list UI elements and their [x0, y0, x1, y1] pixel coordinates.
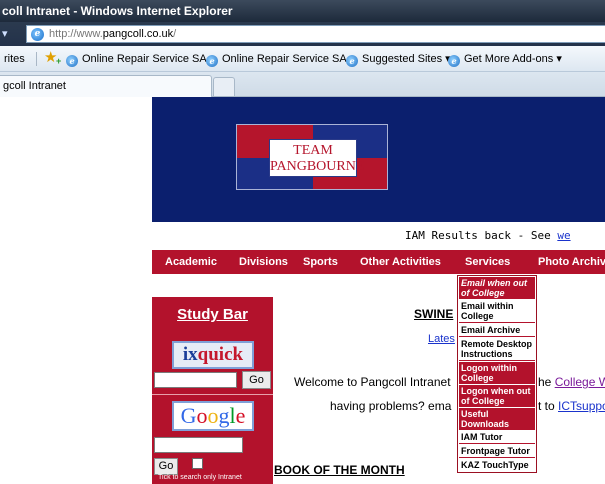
menu-divisions[interactable]: Divisions [239, 250, 288, 274]
favorite-link-1[interactable]: e Online Repair Service SA... [66, 51, 216, 67]
menu-logon-out-of-college[interactable]: Logon when out of College [459, 385, 535, 407]
address-row: ▾ e http://www.pangcoll.co.uk/ [0, 22, 605, 46]
services-dropdown: Email when out of College Email within C… [457, 275, 537, 473]
welcome-text: Welcome to Pangcoll Intranet [294, 375, 451, 389]
menu-frontpage-tutor[interactable]: Frontpage Tutor [459, 445, 535, 458]
intranet-only-checkbox[interactable] [192, 458, 203, 469]
study-bar: Study Bar ixquick Go Google Go Tick to s… [152, 297, 273, 484]
ixquick-logo-quick: quick [197, 344, 244, 365]
ie-page-icon: e [31, 28, 44, 41]
address-prefix: http://www. [49, 28, 103, 40]
web-page: TEAM PANGBOURNE IAM Results back - See w… [0, 97, 605, 484]
window-title: coll Intranet - Windows Internet Explore… [0, 0, 605, 22]
favorites-label[interactable]: rites [4, 51, 25, 67]
menu-other-activities[interactable]: Other Activities [360, 250, 441, 274]
problems-text: having problems? ema [330, 399, 452, 413]
problems-tail-text: t to [538, 399, 559, 413]
menu-kaz-touchtype[interactable]: KAZ TouchType [459, 459, 535, 472]
dropdown-arrow-icon[interactable]: ▾ [2, 25, 24, 43]
menu-email-archive[interactable]: Email Archive [459, 324, 535, 337]
favorite-link-2[interactable]: e Online Repair Service SA... [206, 51, 356, 67]
menu-logon-within-college[interactable]: Logon within College [459, 362, 535, 384]
latest-link[interactable]: Lates [428, 333, 455, 345]
main-menu: Academic Divisions Sports Other Activiti… [152, 250, 605, 274]
tab-pangcoll-intranet[interactable]: gcoll Intranet [0, 75, 212, 97]
new-tab-button[interactable] [213, 77, 235, 96]
menu-useful-downloads[interactable]: Useful Downloads [459, 408, 535, 430]
favorite-label: Online Repair Service SA... [222, 53, 356, 65]
book-of-the-month-heading[interactable]: BOOK OF THE MONTH [274, 463, 405, 477]
team-pangbourne-logo[interactable]: TEAM PANGBOURNE [236, 124, 388, 190]
ixquick-go-button[interactable]: Go [242, 371, 271, 389]
menu-services[interactable]: Services [465, 250, 510, 274]
menu-remote-desktop[interactable]: Remote Desktop Instructions [459, 338, 535, 361]
ie-page-icon: e [448, 55, 460, 67]
google-logo[interactable]: Google [172, 401, 254, 431]
address-host: pangcoll.co.uk [102, 28, 174, 40]
ixquick-logo[interactable]: ixquick [172, 341, 254, 369]
menu-email-out-of-college[interactable]: Email when out of College [459, 277, 535, 299]
announcement-ticker: IAM Results back - See we [405, 229, 571, 242]
announcement-link[interactable]: we [557, 229, 570, 242]
menu-academic[interactable]: Academic [165, 250, 217, 274]
announcement-text: IAM Results back - See [405, 229, 558, 242]
menu-email-within-college[interactable]: Email within College [459, 300, 535, 323]
header-banner: TEAM PANGBOURNE [152, 97, 605, 222]
ie-page-icon: e [206, 55, 218, 67]
favorite-label: Online Repair Service SA... [82, 53, 216, 65]
favorites-bar: rites ★ + e Online Repair Service SA... e… [0, 46, 605, 72]
college-website-link[interactable]: College W [555, 375, 605, 389]
menu-iam-tutor[interactable]: IAM Tutor [459, 431, 535, 444]
google-go-button[interactable]: Go [154, 458, 178, 475]
menu-sports[interactable]: Sports [303, 250, 338, 274]
study-bar-divider [152, 394, 273, 395]
logo-text: TEAM PANGBOURNE [270, 143, 365, 175]
get-addons-link[interactable]: e Get More Add-ons ▾ [448, 51, 562, 67]
favbar-separator [36, 52, 37, 66]
address-bar[interactable]: e http://www.pangcoll.co.uk/ [26, 25, 605, 43]
suggested-sites-link[interactable]: e Suggested Sites ▾ [346, 51, 451, 67]
welcome-tail-text: he [538, 375, 555, 389]
ixquick-logo-ix: ix [182, 344, 198, 365]
study-bar-title: Study Bar [177, 306, 248, 323]
address-suffix: / [173, 28, 177, 40]
welcome-tail: he College W [538, 375, 605, 389]
intranet-only-label: Tick to search only Intranet [158, 474, 242, 481]
ict-support-link[interactable]: ICTsuppo [558, 399, 605, 413]
ixquick-search-input[interactable] [154, 372, 237, 388]
favorite-label: Suggested Sites ▾ [362, 53, 451, 65]
suggested-sites-icon: e [346, 55, 358, 67]
ie-page-icon: e [66, 55, 78, 67]
favorite-label: Get More Add-ons ▾ [464, 53, 562, 65]
browser-chrome: coll Intranet - Windows Internet Explore… [0, 0, 605, 97]
logo-line-2: PANGBOURNE [270, 159, 365, 174]
add-favorite-icon: + [56, 56, 62, 66]
swine-heading[interactable]: SWINE [414, 307, 453, 321]
problems-tail: t to ICTsuppo [538, 399, 605, 413]
google-search-input[interactable] [154, 437, 243, 453]
logo-plate: TEAM PANGBOURNE [269, 139, 365, 177]
logo-line-1: TEAM [293, 143, 333, 158]
menu-photo-archive[interactable]: Photo Archive [538, 250, 605, 274]
tab-row: gcoll Intranet [0, 72, 605, 97]
